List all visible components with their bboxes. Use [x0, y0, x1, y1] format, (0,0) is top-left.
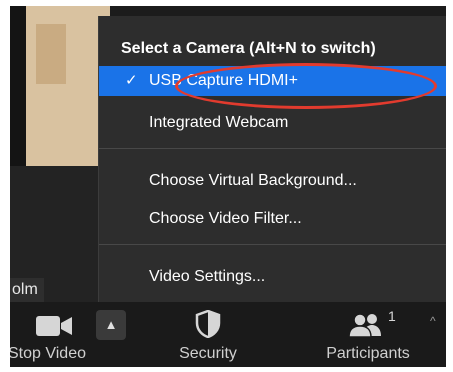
participants-icon: [348, 313, 381, 338]
check-icon: ✓: [125, 72, 138, 89]
camera-option-label: Integrated Webcam: [149, 114, 289, 131]
camera-option-integrated-webcam[interactable]: Integrated Webcam: [99, 108, 446, 138]
menu-item-label: Video Settings...: [149, 268, 266, 285]
choose-video-filter-item[interactable]: Choose Video Filter...: [99, 204, 446, 234]
participant-name-tag: olm: [10, 278, 44, 302]
choose-virtual-background-item[interactable]: Choose Virtual Background...: [99, 166, 446, 196]
participants-button[interactable]: 1 Participants: [310, 302, 426, 367]
stop-video-label: Stop Video: [10, 345, 86, 362]
chevron-up-icon: ▲: [104, 317, 118, 332]
meeting-window: olm Select a Camera (Alt+N to switch) ✓ …: [10, 6, 446, 367]
menu-divider: [99, 244, 446, 245]
video-tile: [10, 6, 110, 166]
camera-option-usb-capture[interactable]: ✓ USB Capture HDMI+: [99, 66, 446, 96]
camera-menu-header: Select a Camera (Alt+N to switch): [121, 40, 376, 57]
camera-menu: Select a Camera (Alt+N to switch) ✓ USB …: [98, 16, 446, 302]
meeting-toolbar: Stop Video ▲ Security 1 Participants ^: [10, 302, 446, 367]
participants-label: Participants: [326, 345, 410, 362]
menu-divider: [99, 148, 446, 149]
video-camera-icon: [36, 316, 72, 336]
security-label: Security: [179, 345, 237, 362]
camera-option-label: USB Capture HDMI+: [149, 72, 298, 89]
menu-item-label: Choose Video Filter...: [149, 210, 302, 227]
video-settings-item[interactable]: Video Settings...: [99, 262, 446, 292]
video-edge: [10, 6, 26, 166]
menu-item-label: Choose Virtual Background...: [149, 172, 357, 189]
video-options-caret-button[interactable]: ▲: [96, 310, 126, 340]
participant-count: 1: [388, 308, 396, 324]
shield-icon: [195, 310, 221, 338]
stop-video-button[interactable]: Stop Video: [10, 302, 96, 367]
participants-caret-icon[interactable]: ^: [430, 314, 446, 328]
security-button[interactable]: Security: [160, 302, 256, 367]
video-background-frame: [36, 24, 66, 84]
